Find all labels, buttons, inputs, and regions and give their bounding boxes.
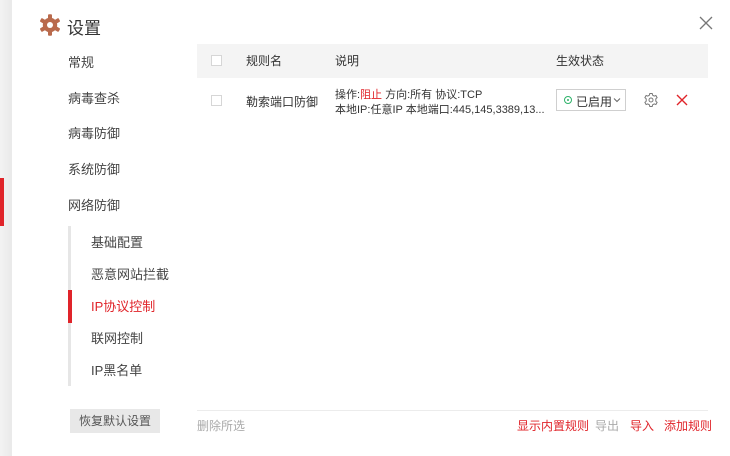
export-link[interactable]: 导出 bbox=[595, 418, 619, 434]
close-icon[interactable] bbox=[675, 93, 689, 107]
add-rule-link[interactable]: 添加规则 bbox=[664, 418, 712, 434]
select-all-checkbox[interactable] bbox=[211, 55, 222, 66]
enabled-status-icon bbox=[564, 96, 572, 104]
gear-icon bbox=[40, 14, 60, 36]
submenu-item-basic-config[interactable]: 基础配置 bbox=[91, 233, 143, 253]
sidebar-item-virus-scan[interactable]: 病毒查杀 bbox=[68, 89, 120, 109]
submenu-item-malicious-site-block[interactable]: 恶意网站拦截 bbox=[91, 265, 169, 285]
row-checkbox[interactable] bbox=[211, 95, 222, 106]
column-header-description: 说明 bbox=[335, 54, 360, 68]
rules-table-header: 规则名 说明 生效状态 bbox=[197, 44, 708, 78]
sidebar-item-virus-defense[interactable]: 病毒防御 bbox=[68, 124, 120, 144]
window-edge-accent bbox=[0, 178, 4, 226]
delete-selected-button[interactable]: 删除所选 bbox=[197, 418, 245, 434]
sidebar-item-system-defense[interactable]: 系统防御 bbox=[68, 160, 120, 180]
submenu-item-ip-blacklist[interactable]: IP黑名单 bbox=[91, 361, 142, 381]
restore-defaults-button[interactable]: 恢复默认设置 bbox=[70, 409, 160, 433]
close-icon[interactable] bbox=[695, 12, 717, 34]
window-title: 设置 bbox=[67, 19, 101, 38]
status-dropdown[interactable]: 已启用 bbox=[556, 89, 626, 111]
footer-divider bbox=[197, 410, 708, 411]
gear-icon[interactable] bbox=[643, 92, 659, 108]
chevron-down-icon bbox=[613, 98, 621, 103]
import-link[interactable]: 导入 bbox=[630, 418, 654, 434]
column-header-status: 生效状态 bbox=[556, 54, 605, 68]
rule-description-line1: 操作:阻止 方向:所有 协议:TCP bbox=[335, 86, 482, 102]
window-edge bbox=[0, 0, 12, 456]
sidebar-item-network-defense[interactable]: 网络防御 bbox=[68, 196, 120, 216]
column-header-name: 规则名 bbox=[246, 54, 283, 68]
rule-description-line2: 本地IP:任意IP 本地端口:445,145,3389,13... bbox=[335, 104, 545, 116]
status-value: 已启用 bbox=[576, 95, 613, 109]
rule-direction-protocol: 方向:所有 协议:TCP bbox=[382, 89, 483, 101]
rule-name: 勒索端口防御 bbox=[246, 95, 319, 109]
settings-window: 设置 常规 病毒查杀 病毒防御 系统防御 网络防御 基础配置 恶意网站拦截 IP… bbox=[0, 0, 730, 456]
rule-action-prefix: 操作: bbox=[335, 89, 361, 101]
submenu-item-ip-protocol-control[interactable]: IP协议控制 bbox=[91, 297, 155, 317]
table-row: 勒索端口防御 操作:阻止 方向:所有 协议:TCP 本地IP:任意IP 本地端口… bbox=[197, 80, 708, 122]
submenu-active-indicator bbox=[68, 290, 72, 323]
submenu-item-network-control[interactable]: 联网控制 bbox=[91, 329, 143, 349]
sidebar-item-general[interactable]: 常规 bbox=[68, 53, 94, 73]
rule-action-value: 阻止 bbox=[360, 89, 383, 101]
show-builtin-rules-link[interactable]: 显示内置规则 bbox=[517, 418, 589, 434]
